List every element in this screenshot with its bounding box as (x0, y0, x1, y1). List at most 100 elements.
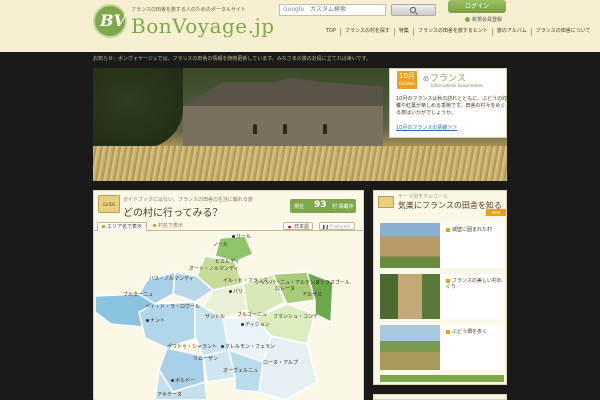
secondary-side-panel (373, 394, 507, 400)
register-link[interactable]: 新規会員登録 (465, 16, 502, 23)
course-item[interactable]: ぶどう畑を歩く (380, 325, 504, 370)
map-region-label[interactable]: ボルドー (175, 378, 195, 384)
tab-village-name[interactable]: 村名で表示 (149, 222, 187, 231)
guidebook-icon: GUIDE (98, 195, 120, 213)
map-pin-icon (378, 196, 394, 208)
lang-french-button[interactable]: Français (319, 222, 355, 230)
hero-more-link[interactable]: 10月のフランスの情報＞＞ (396, 124, 457, 131)
bullet-icon (446, 227, 450, 232)
village-count: 93 (314, 200, 327, 210)
map-region-label[interactable]: クレルモン・フェラン (225, 344, 275, 350)
view-tabs: エリア名で表示 村名で表示 日本語 Français (94, 221, 363, 231)
hero-abbey (173, 78, 393, 148)
france-region-map[interactable]: リール ノール ピカルディ オート・ノルマンディ バス・ノルマンディ イル・ド・フランスパ… (95, 232, 363, 400)
new-ribbon: new (486, 209, 506, 216)
map-region-label[interactable]: オーヴェルニュ (223, 368, 258, 374)
city-dot-icon (229, 290, 232, 293)
map-region-label[interactable]: パリ (233, 289, 243, 295)
lang-japanese-button[interactable]: 日本語 (283, 222, 314, 230)
course-caption-text: 城壁に囲まれた村 (452, 227, 493, 233)
map-region-label[interactable]: サントル (205, 314, 225, 320)
city-dot-icon (171, 379, 174, 382)
tab-village-label: 村名で表示 (158, 223, 184, 229)
tab-area[interactable]: エリア名で表示 (97, 222, 148, 231)
nav-item-tips[interactable]: フランスの田舎を旅するヒント (412, 28, 492, 36)
panel-intro: ガイドブックにはない、フランスの田舎の生活に触れる旅 (123, 197, 253, 203)
more-courses-bar[interactable] (380, 375, 504, 382)
map-region-label[interactable]: ナント (150, 318, 165, 324)
lang-ja-label: 日本語 (294, 224, 310, 230)
map-region-label[interactable]: リムーザン (193, 356, 218, 362)
course-item[interactable]: フランスの美しい村めぐり (380, 274, 504, 319)
city-dot-icon (232, 235, 235, 238)
register-bullet-icon (465, 17, 470, 22)
city-dot-icon (241, 323, 244, 326)
france-flag-icon (323, 224, 328, 229)
bullet-icon (446, 278, 450, 283)
map-region-label[interactable]: ノール (213, 242, 228, 248)
tab-area-label: エリア名で表示 (107, 224, 143, 230)
nav-item-top[interactable]: TOP (322, 28, 340, 36)
search-icon (410, 7, 416, 13)
map-region-label[interactable]: ローヌ・アルプ (263, 360, 298, 366)
logo-badge[interactable]: BV (93, 4, 127, 38)
search-button[interactable] (391, 4, 436, 16)
hero-trees (93, 68, 183, 148)
course-caption: 城壁に囲まれた村 (446, 227, 504, 233)
hero-title-prefix: の (423, 76, 430, 83)
course-caption-text: フランスの美しい村めぐり (446, 278, 502, 290)
course-caption: フランスの美しい村めぐり (446, 278, 504, 290)
map-region-label[interactable]: ディジョン (245, 322, 270, 328)
map-region-label[interactable]: ポワトゥ・シャラント (167, 344, 217, 350)
map-region-label[interactable]: ピカルディ (215, 259, 240, 265)
site-logo[interactable]: BonVoyage.jp (131, 14, 275, 38)
nav-item-about[interactable]: フランスの田舎について (530, 28, 595, 36)
course-caption-text: ぶどう畑を歩く (452, 329, 488, 335)
map-region-label[interactable]: ロレーヌ (275, 286, 295, 292)
hero-body: 10月のフランスは秋の訪れとともに、ぶどうの収穫や紅葉が楽しめる季節です。田舎の… (396, 96, 508, 116)
hero-wheat-field (93, 146, 507, 181)
japan-flag-icon (287, 224, 292, 229)
course-thumbnail (380, 325, 440, 370)
seasonal-info-box: 10月 Octobre の フランス Informations Saisonni… (389, 68, 507, 138)
search-box: Google (279, 4, 386, 16)
search-input[interactable] (310, 5, 385, 15)
search-engine-label: Google (283, 6, 305, 13)
nav-item-villages[interactable]: フランスの村を探す (340, 28, 394, 36)
course-thumbnail (380, 274, 440, 319)
map-region-label[interactable]: フランシュ・コンテ (273, 314, 318, 320)
map-region-label[interactable]: ブルゴーニュ (237, 312, 267, 318)
login-button[interactable]: ログイン (448, 0, 506, 13)
map-region-label[interactable]: ペイ・ド・ラ・ロワール (145, 304, 200, 310)
site-tagline: フランスの田舎を旅する人のためのポータルサイト (131, 7, 246, 13)
city-dot-icon (146, 319, 149, 322)
map-region-label[interactable]: アルザス (302, 292, 322, 298)
month-number: 10月 (399, 72, 415, 80)
map-region-label[interactable]: ストラスブール (315, 280, 350, 286)
bullet-icon (446, 329, 450, 334)
nav-item-features[interactable]: 特集 (393, 28, 413, 36)
hero-subtitle: Informations Saisonnières (431, 83, 484, 88)
month-badge: 10月 Octobre (397, 71, 417, 89)
map-region-label[interactable]: オート・ノルマンディ (189, 266, 239, 272)
tab-bullet-icon (102, 225, 105, 228)
lang-fr-label: Français (330, 224, 351, 230)
model-course-kicker: テーマ別モデルコース (398, 194, 448, 200)
main-nav: TOP フランスの村を探す 特集 フランスの田舎を旅するヒント 旅のアルバム フ… (322, 28, 595, 36)
village-count-badge: 現在 93 村 掲載中 (290, 199, 356, 213)
map-region-label[interactable]: アキテーヌ (157, 392, 182, 398)
map-region-label[interactable]: バス・ノルマンディ (149, 276, 194, 282)
tab-bullet-icon (153, 224, 156, 227)
course-thumbnail (380, 223, 440, 268)
map-region-label[interactable]: リール (236, 234, 251, 240)
map-region-label[interactable]: ブルターニュ (123, 292, 153, 298)
count-label-post: 村 掲載中 (332, 204, 354, 210)
city-dot-icon (221, 345, 224, 348)
village-search-panel: GUIDE ガイドブックにはない、フランスの田舎の生活に触れる旅 どの村に行って… (93, 190, 364, 400)
course-caption: ぶどう畑を歩く (446, 329, 504, 335)
france-map-svg (95, 235, 334, 400)
course-item[interactable]: 城壁に囲まれた村 (380, 223, 504, 268)
model-course-panel: テーマ別モデルコース 気楽にフランスの田舎を知る new 城壁に囲まれた村 フラ… (373, 190, 507, 385)
announcement: お知らせ：ボンヴォヤージュでは、フランスの田舎の情報を随時更新しています。みなさ… (93, 56, 372, 62)
nav-item-album[interactable]: 旅のアルバム (491, 28, 531, 36)
